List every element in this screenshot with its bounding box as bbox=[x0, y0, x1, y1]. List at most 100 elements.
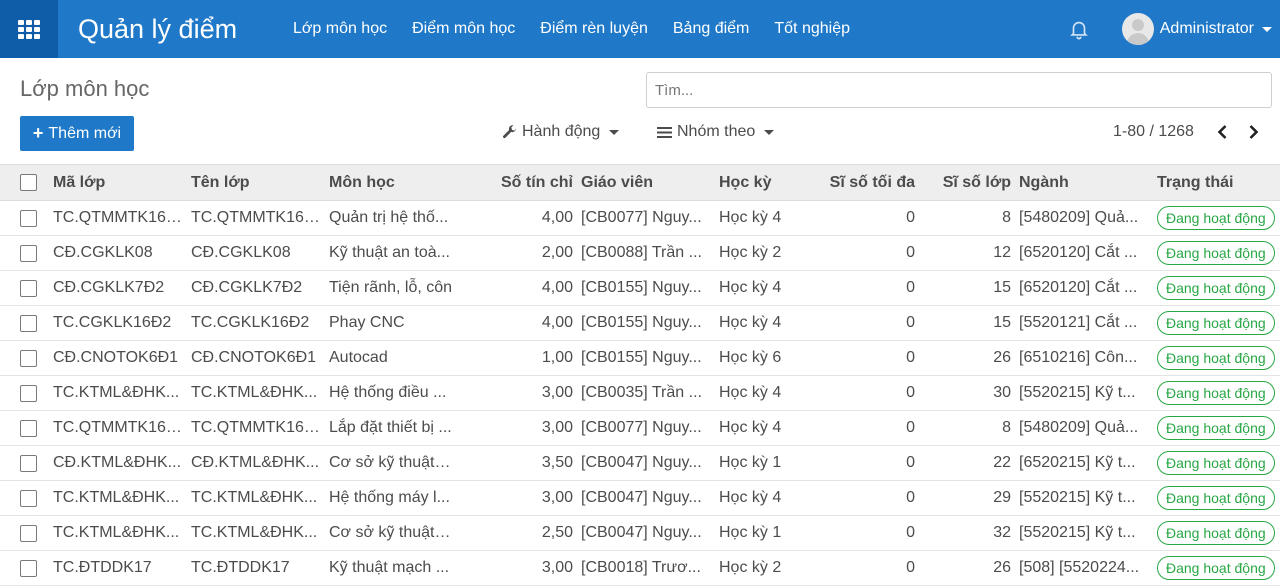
select-all-checkbox[interactable] bbox=[20, 174, 37, 191]
cell-giao-vien[interactable]: [CB0088] Trần ... bbox=[577, 236, 715, 271]
row-checkbox[interactable] bbox=[20, 524, 37, 542]
cell-ma-lop[interactable]: TC.CGKLK16Đ2 bbox=[49, 306, 187, 341]
cell-hoc-ky[interactable]: Học kỳ 4 bbox=[715, 306, 798, 341]
cell-ma-lop[interactable]: TC.KTML&ĐHK... bbox=[49, 481, 187, 516]
cell-trang-thai[interactable]: Đang hoạt động bbox=[1153, 306, 1280, 341]
table-row[interactable]: CĐ.KTML&ĐHK... CĐ.KTML&ĐHK... Cơ sở kỹ thu… bbox=[0, 446, 1280, 481]
row-select-cell[interactable] bbox=[0, 201, 49, 236]
cell-ten-lop[interactable]: TC.CGKLK16Đ2 bbox=[187, 306, 325, 341]
apps-menu-button[interactable] bbox=[0, 0, 58, 58]
cell-so-tin-chi[interactable]: 2,50 bbox=[458, 516, 577, 551]
cell-hoc-ky[interactable]: Học kỳ 4 bbox=[715, 376, 798, 411]
add-new-button[interactable]: + Thêm mới bbox=[20, 116, 134, 151]
row-select-cell[interactable] bbox=[0, 516, 49, 551]
cell-ma-lop[interactable]: TC.ĐTDDK17 bbox=[49, 551, 187, 586]
cell-trang-thai[interactable]: Đang hoạt động bbox=[1153, 411, 1280, 446]
search-input[interactable] bbox=[646, 72, 1272, 108]
cell-mon-hoc[interactable]: Cơ sở kỹ thuật l... bbox=[325, 446, 458, 481]
cell-ma-lop[interactable]: CĐ.CNOTOK6Đ1 bbox=[49, 341, 187, 376]
pager-previous-button[interactable] bbox=[1211, 120, 1233, 144]
cell-mon-hoc[interactable]: Hệ thống điều ... bbox=[325, 376, 458, 411]
table-row[interactable]: TC.QTMMTK16Đ2 TC.QTMMTK16Đ2 Lắp đặt thiết … bbox=[0, 411, 1280, 446]
cell-nganh[interactable]: [5480209] Quả... bbox=[1015, 411, 1153, 446]
cell-ten-lop[interactable]: TC.KTML&ĐHK... bbox=[187, 376, 325, 411]
select-all-cell[interactable] bbox=[0, 165, 49, 201]
column-header-si-so-toi-da[interactable]: Sĩ số tối đa bbox=[798, 165, 919, 201]
row-checkbox[interactable] bbox=[20, 314, 37, 332]
cell-mon-hoc[interactable]: Phay CNC bbox=[325, 306, 458, 341]
cell-so-tin-chi[interactable]: 4,00 bbox=[458, 201, 577, 236]
cell-ten-lop[interactable]: TC.ĐTDDK17 bbox=[187, 551, 325, 586]
column-header-nganh[interactable]: Ngành bbox=[1015, 165, 1153, 201]
cell-si-so-lop[interactable]: 26 bbox=[919, 341, 1015, 376]
column-header-ma-lop[interactable]: Mã lớp bbox=[49, 165, 187, 201]
cell-nganh[interactable]: [6510216] Côn... bbox=[1015, 341, 1153, 376]
cell-si-so-toi-da[interactable]: 0 bbox=[798, 201, 919, 236]
table-row[interactable]: CĐ.CGKLK7Đ2 CĐ.CGKLK7Đ2 Tiện rãnh, lỗ, côn… bbox=[0, 271, 1280, 306]
pager-value[interactable]: 1-80 / 1268 bbox=[1113, 123, 1194, 141]
cell-ma-lop[interactable]: CĐ.CGKLK7Đ2 bbox=[49, 271, 187, 306]
cell-mon-hoc[interactable]: Hệ thống máy l... bbox=[325, 481, 458, 516]
cell-hoc-ky[interactable]: Học kỳ 2 bbox=[715, 551, 798, 586]
row-select-cell[interactable] bbox=[0, 376, 49, 411]
cell-si-so-toi-da[interactable]: 0 bbox=[798, 306, 919, 341]
cell-nganh[interactable]: [5520215] Kỹ t... bbox=[1015, 376, 1153, 411]
cell-trang-thai[interactable]: Đang hoạt động bbox=[1153, 341, 1280, 376]
cell-si-so-lop[interactable]: 22 bbox=[919, 446, 1015, 481]
cell-si-so-toi-da[interactable]: 0 bbox=[798, 516, 919, 551]
row-select-cell[interactable] bbox=[0, 341, 49, 376]
table-row[interactable]: TC.ĐTDDK17 TC.ĐTDDK17 Kỹ thuật mạch ... 3,0… bbox=[0, 551, 1280, 586]
row-checkbox[interactable] bbox=[20, 244, 37, 262]
cell-si-so-toi-da[interactable]: 0 bbox=[798, 376, 919, 411]
cell-so-tin-chi[interactable]: 3,00 bbox=[458, 411, 577, 446]
cell-giao-vien[interactable]: [CB0077] Nguy... bbox=[577, 201, 715, 236]
table-row[interactable]: TC.KTML&ĐHK... TC.KTML&ĐHK... Hệ thống điề… bbox=[0, 376, 1280, 411]
cell-trang-thai[interactable]: Đang hoạt động bbox=[1153, 516, 1280, 551]
cell-so-tin-chi[interactable]: 4,00 bbox=[458, 306, 577, 341]
cell-ten-lop[interactable]: CĐ.KTML&ĐHK... bbox=[187, 446, 325, 481]
menu-item-lop-mon-hoc[interactable]: Lớp môn học bbox=[293, 20, 387, 38]
cell-mon-hoc[interactable]: Kỹ thuật an toà... bbox=[325, 236, 458, 271]
row-checkbox[interactable] bbox=[20, 384, 37, 402]
column-header-so-tin-chi[interactable]: Số tín chỉ bbox=[458, 165, 577, 201]
row-checkbox[interactable] bbox=[20, 349, 37, 367]
table-row[interactable]: CĐ.CGKLK08 CĐ.CGKLK08 Kỹ thuật an toà... 2,… bbox=[0, 236, 1280, 271]
row-select-cell[interactable] bbox=[0, 236, 49, 271]
row-select-cell[interactable] bbox=[0, 551, 49, 586]
cell-si-so-lop[interactable]: 26 bbox=[919, 551, 1015, 586]
cell-si-so-lop[interactable]: 8 bbox=[919, 201, 1015, 236]
cell-so-tin-chi[interactable]: 3,00 bbox=[458, 376, 577, 411]
cell-so-tin-chi[interactable]: 2,00 bbox=[458, 236, 577, 271]
user-name[interactable]: Administrator bbox=[1160, 20, 1254, 38]
group-by-dropdown[interactable]: Nhóm theo bbox=[657, 123, 775, 141]
table-row[interactable]: TC.QTMMTK16Đ2 TC.QTMMTK16Đ2 Quản trị hệ th… bbox=[0, 201, 1280, 236]
cell-nganh[interactable]: [6520120] Cắt ... bbox=[1015, 271, 1153, 306]
user-avatar-icon[interactable] bbox=[1121, 13, 1154, 45]
cell-ten-lop[interactable]: CĐ.CGKLK7Đ2 bbox=[187, 271, 325, 306]
column-header-giao-vien[interactable]: Giáo viên bbox=[577, 165, 715, 201]
menu-item-bang-diem[interactable]: Bảng điểm bbox=[673, 20, 750, 38]
cell-ten-lop[interactable]: TC.KTML&ĐHK... bbox=[187, 481, 325, 516]
cell-trang-thai[interactable]: Đang hoạt động bbox=[1153, 236, 1280, 271]
table-row[interactable]: CĐ.CNOTOK6Đ1 CĐ.CNOTOK6Đ1 Autocad 1,00 [CB01… bbox=[0, 341, 1280, 376]
cell-mon-hoc[interactable]: Kỹ thuật mạch ... bbox=[325, 551, 458, 586]
cell-trang-thai[interactable]: Đang hoạt động bbox=[1153, 376, 1280, 411]
cell-mon-hoc[interactable]: Lắp đặt thiết bị ... bbox=[325, 411, 458, 446]
cell-hoc-ky[interactable]: Học kỳ 2 bbox=[715, 236, 798, 271]
cell-mon-hoc[interactable]: Tiện rãnh, lỗ, côn bbox=[325, 271, 458, 306]
column-header-mon-hoc[interactable]: Môn học bbox=[325, 165, 458, 201]
cell-hoc-ky[interactable]: Học kỳ 4 bbox=[715, 411, 798, 446]
cell-si-so-toi-da[interactable]: 0 bbox=[798, 341, 919, 376]
cell-giao-vien[interactable]: [CB0047] Nguy... bbox=[577, 446, 715, 481]
menu-item-diem-mon-hoc[interactable]: Điểm môn học bbox=[412, 20, 515, 38]
menu-item-diem-ren-luyen[interactable]: Điểm rèn luyện bbox=[540, 20, 648, 38]
menu-item-tot-nghiep[interactable]: Tốt nghiệp bbox=[774, 20, 850, 38]
cell-si-so-lop[interactable]: 32 bbox=[919, 516, 1015, 551]
cell-giao-vien[interactable]: [CB0155] Nguy... bbox=[577, 306, 715, 341]
row-checkbox[interactable] bbox=[20, 559, 37, 577]
cell-giao-vien[interactable]: [CB0155] Nguy... bbox=[577, 271, 715, 306]
bell-icon[interactable] bbox=[1068, 18, 1090, 40]
cell-ma-lop[interactable]: TC.QTMMTK16Đ2 bbox=[49, 411, 187, 446]
column-header-ten-lop[interactable]: Tên lớp bbox=[187, 165, 325, 201]
cell-hoc-ky[interactable]: Học kỳ 1 bbox=[715, 446, 798, 481]
